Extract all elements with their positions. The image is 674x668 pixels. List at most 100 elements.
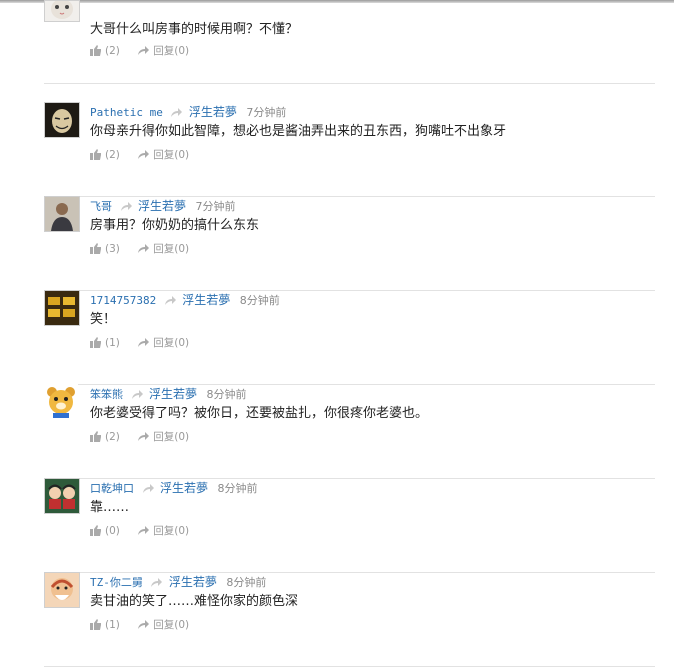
reply-target-user[interactable]: 浮生若夢 (182, 293, 230, 307)
reply-button[interactable]: 回复(0) (137, 524, 189, 538)
cartoon-duo-avatar-icon (45, 479, 79, 513)
thumbs-up-icon (90, 525, 101, 536)
thumbs-up-icon (90, 149, 101, 160)
like-count: (2) (105, 431, 120, 443)
comment-text: 大哥什么叫房事的时候用啊？不懂？ (90, 22, 299, 37)
comment-time: 8分钟前 (226, 576, 267, 589)
comment-actions: (1) 回复(0) (90, 618, 203, 632)
reply-count: (0) (174, 149, 190, 161)
reply-label: 回复 (153, 525, 175, 537)
like-button[interactable]: (2) (90, 44, 120, 58)
avatar[interactable] (44, 572, 80, 608)
avatar[interactable] (44, 102, 80, 138)
thumbs-up-icon (90, 619, 101, 630)
comment-meta: 口乾坤口 浮生若夢 8分钟前 (90, 480, 258, 496)
like-count: (2) (105, 45, 120, 57)
like-button[interactable]: (2) (90, 148, 120, 162)
comment-meta: 飞哥 浮生若夢 7分钟前 (90, 198, 236, 214)
reply-arrow-icon (138, 46, 150, 55)
avatar[interactable] (44, 0, 80, 22)
like-button[interactable]: (3) (90, 242, 120, 256)
thumbs-up-icon (90, 243, 101, 254)
reply-button[interactable]: 回复(0) (137, 148, 189, 162)
reply-arrow-icon (138, 338, 150, 347)
reply-arrow-icon (138, 244, 150, 253)
like-button[interactable]: (0) (90, 524, 120, 538)
reply-count: (0) (174, 525, 190, 537)
reply-to-arrow-icon (142, 484, 154, 493)
like-count: (3) (105, 243, 120, 255)
reply-count: (0) (174, 431, 190, 443)
reply-label: 回复 (153, 243, 175, 255)
reply-arrow-icon (138, 432, 150, 441)
comment-actions: (2) 回复(0) (90, 430, 203, 444)
reply-arrow-icon (138, 150, 150, 159)
old-man-avatar-icon (45, 573, 79, 607)
avatar[interactable] (44, 478, 80, 514)
reply-target-user[interactable]: 浮生若夢 (189, 105, 237, 119)
like-count: (1) (105, 337, 120, 349)
comment-user[interactable]: Pathetic me (90, 106, 163, 119)
reply-arrow-icon (138, 620, 150, 629)
reply-button[interactable]: 回复(0) (137, 242, 189, 256)
reply-to-arrow-icon (120, 202, 132, 211)
comment-text: 你老婆受得了吗？被你日，还要被盐扎，你很疼你老婆也。 (90, 406, 429, 421)
reply-to-arrow-icon (171, 108, 183, 117)
comment-actions: (2) 回复(0) (90, 148, 203, 162)
reply-button[interactable]: 回复(0) (137, 618, 189, 632)
like-button[interactable]: (1) (90, 336, 120, 350)
thumbs-up-icon (90, 45, 101, 56)
comment-time: 8分钟前 (206, 388, 247, 401)
thumbs-up-icon (90, 431, 101, 442)
reply-count: (0) (174, 619, 190, 631)
comment-actions: (0) 回复(0) (90, 524, 203, 538)
avatar[interactable] (44, 196, 80, 232)
comment-meta: 1714757382 浮生若夢 8分钟前 (90, 292, 280, 308)
comment-item: 口乾坤口 浮生若夢 8分钟前 靠…… (0) 回复(0) (44, 478, 655, 573)
comment-time: 8分钟前 (239, 294, 280, 307)
reply-button[interactable]: 回复(0) (137, 336, 189, 350)
reply-label: 回复 (153, 337, 175, 349)
mask-avatar-icon (45, 103, 79, 137)
comment-meta: 笨笨熊 浮生若夢 8分钟前 (90, 386, 247, 402)
reply-button[interactable]: 回复(0) (137, 430, 189, 444)
comment-user[interactable]: 口乾坤口 (90, 482, 134, 495)
reply-count: (0) (174, 337, 190, 349)
comment-user[interactable]: TZ-你二舅 (90, 576, 143, 589)
comment-item: Pathetic me 浮生若夢 7分钟前 你母亲升得你如此智障，想必也是酱油弄… (44, 102, 655, 197)
reply-target-user[interactable]: 浮生若夢 (169, 575, 217, 589)
like-count: (2) (105, 149, 120, 161)
reply-to-arrow-icon (164, 296, 176, 305)
comment-meta: TZ-你二舅 浮生若夢 8分钟前 (90, 574, 266, 590)
reply-target-user[interactable]: 浮生若夢 (149, 387, 197, 401)
comment-actions: (2) 回复(0) (90, 44, 203, 58)
comment-user[interactable]: 笨笨熊 (90, 388, 123, 401)
comment-item: 飞哥 浮生若夢 7分钟前 房事用？你奶奶的搞什么东东 (3) 回复(0) (44, 196, 655, 291)
comment-item: 笨笨熊 浮生若夢 8分钟前 你老婆受得了吗？被你日，还要被盐扎，你很疼你老婆也。… (44, 384, 655, 479)
comment-item: 1714757382 浮生若夢 8分钟前 笑！ (1) 回复(0) (44, 290, 655, 385)
man-portrait-avatar-icon (45, 197, 79, 231)
comment-text: 你母亲升得你如此智障，想必也是酱油弄出来的丑东西，狗嘴吐不出象牙 (90, 124, 507, 139)
comment-user[interactable]: 1714757382 (90, 294, 156, 307)
like-count: (0) (105, 525, 120, 537)
reply-count: (0) (174, 243, 190, 255)
avatar[interactable] (44, 290, 80, 326)
cat-avatar-icon (45, 1, 79, 21)
comment-actions: (1) 回复(0) (90, 336, 203, 350)
like-count: (1) (105, 619, 120, 631)
comment-user[interactable]: 飞哥 (90, 200, 112, 213)
like-button[interactable]: (1) (90, 618, 120, 632)
reply-target-user[interactable]: 浮生若夢 (160, 481, 208, 495)
comment-time: 7分钟前 (195, 200, 236, 213)
reply-label: 回复 (153, 431, 175, 443)
reply-target-user[interactable]: 浮生若夢 (138, 199, 186, 213)
reply-to-arrow-icon (131, 390, 143, 399)
comment-actions: (3) 回复(0) (90, 242, 203, 256)
like-button[interactable]: (2) (90, 430, 120, 444)
avatar[interactable] (44, 384, 80, 420)
comment-item: 大哥什么叫房事的时候用啊？不懂？ (2) 回复(0) (44, 0, 655, 84)
reply-button[interactable]: 回复(0) (137, 44, 189, 58)
comment-item: TZ-你二舅 浮生若夢 8分钟前 卖甘油的笑了……难怪你家的颜色深 (1) 回复… (44, 572, 655, 667)
comment-meta: Pathetic me 浮生若夢 7分钟前 (90, 104, 286, 120)
reply-label: 回复 (153, 45, 175, 57)
